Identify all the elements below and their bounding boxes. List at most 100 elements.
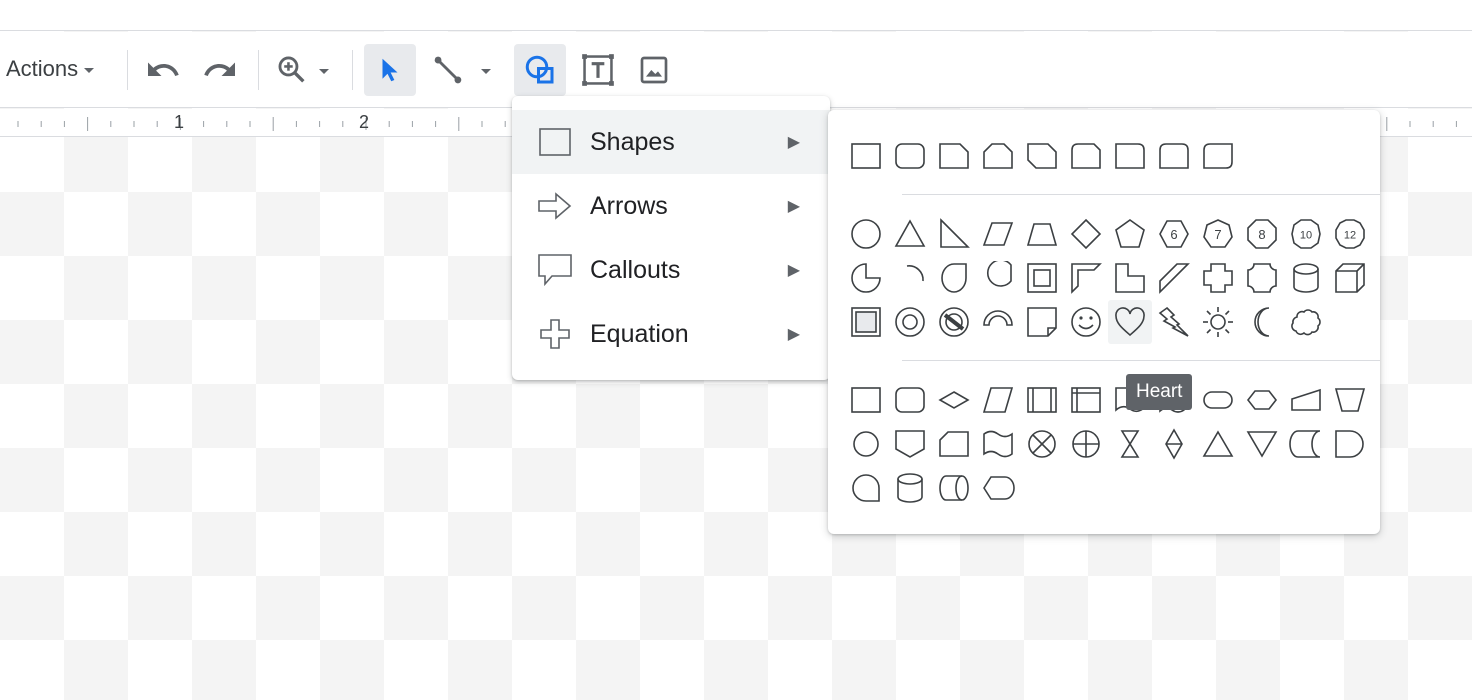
round-diagonal-corner-rectangle-icon[interactable] <box>1196 134 1240 178</box>
menu-item-shapes[interactable]: Shapes ▶ <box>512 110 830 174</box>
rectangle-icon <box>538 125 572 159</box>
submenu-arrow-icon: ▶ <box>787 326 800 343</box>
flowchart-direct-access-storage-icon[interactable] <box>932 466 976 510</box>
flowchart-punched-tape-icon[interactable] <box>976 422 1020 466</box>
select-button[interactable] <box>364 44 416 96</box>
round-single-corner-rectangle-icon[interactable] <box>1108 134 1152 178</box>
undo-icon <box>148 62 179 76</box>
triangle-shape-icon[interactable] <box>888 212 932 256</box>
heptagon-shape-icon[interactable]: 7 <box>1196 212 1240 256</box>
octagon-shape-icon[interactable]: 8 <box>1240 212 1284 256</box>
menu-item-arrows[interactable]: Arrows ▶ <box>512 174 830 238</box>
flowchart-delay-icon[interactable] <box>1328 422 1372 466</box>
shape-button[interactable] <box>514 44 566 96</box>
flowchart-stored-data-icon[interactable] <box>1284 422 1328 466</box>
shapes-row <box>844 378 1372 422</box>
shapes-row <box>844 422 1372 466</box>
arc-shape-icon[interactable] <box>888 256 932 300</box>
frame-shape-icon[interactable] <box>1020 256 1064 300</box>
flowchart-internal-storage-icon[interactable] <box>1064 378 1108 422</box>
svg-text:12: 12 <box>1344 230 1356 242</box>
flowchart-manual-operation-icon[interactable] <box>1328 378 1372 422</box>
smiley-face-icon[interactable] <box>1064 300 1108 344</box>
flowchart-magnetic-disk-icon[interactable] <box>888 466 932 510</box>
dodecagon-shape-icon[interactable]: 12 <box>1328 212 1372 256</box>
line-button[interactable] <box>420 44 502 96</box>
flowchart-or-icon[interactable] <box>1064 422 1108 466</box>
diagonal-stripe-shape-icon[interactable] <box>1152 256 1196 300</box>
menu-item-equation[interactable]: Equation ▶ <box>512 302 830 366</box>
decagon-shape-icon[interactable]: 10 <box>1284 212 1328 256</box>
donut-shape-icon[interactable] <box>888 300 932 344</box>
image-button[interactable] <box>628 44 680 96</box>
flowchart-alternate-process-icon[interactable] <box>888 378 932 422</box>
l-shape-icon[interactable] <box>1108 256 1152 300</box>
pie-shape-icon[interactable] <box>844 256 888 300</box>
rectangle-shape-icon[interactable] <box>844 134 888 178</box>
teardrop-shape-icon[interactable] <box>932 256 976 300</box>
zoom-icon <box>278 56 305 83</box>
plus-icon <box>538 317 572 351</box>
flowchart-predefined-process-icon[interactable] <box>1020 378 1064 422</box>
oval-shape-icon[interactable] <box>844 212 888 256</box>
menu-item-callouts[interactable]: Callouts ▶ <box>512 238 830 302</box>
flowchart-summing-junction-icon[interactable] <box>1020 422 1064 466</box>
shapes-row: 6 7 8 10 12 <box>844 212 1372 256</box>
parallelogram-shape-icon[interactable] <box>976 212 1020 256</box>
flowchart-sort-icon[interactable] <box>1152 422 1196 466</box>
hexagon-shape-icon[interactable]: 6 <box>1152 212 1196 256</box>
heart-shape-icon[interactable] <box>1108 300 1152 344</box>
flowchart-process-icon[interactable] <box>844 378 888 422</box>
flowchart-decision-icon[interactable] <box>932 378 976 422</box>
flowchart-collate-icon[interactable] <box>1108 422 1152 466</box>
right-triangle-shape-icon[interactable] <box>932 212 976 256</box>
actions-menu-button[interactable]: Actions <box>6 56 95 82</box>
snip-diagonal-corner-rectangle-icon[interactable] <box>1020 134 1064 178</box>
text-box-button[interactable] <box>572 44 624 96</box>
flowchart-data-icon[interactable] <box>976 378 1020 422</box>
moon-shape-icon[interactable] <box>1240 300 1284 344</box>
undo-button[interactable] <box>137 44 189 96</box>
redo-icon <box>204 62 235 76</box>
snip-same-side-corner-rectangle-icon[interactable] <box>976 134 1020 178</box>
plaque-shape-icon[interactable] <box>1240 256 1284 300</box>
rounded-rectangle-shape-icon[interactable] <box>888 134 932 178</box>
cube-shape-icon[interactable] <box>1328 256 1372 300</box>
shape-menu: Shapes ▶ Arrows ▶ Callouts ▶ Equation ▶ <box>512 96 830 380</box>
cross-shape-icon[interactable] <box>1196 256 1240 300</box>
round-same-side-corner-rectangle-icon[interactable] <box>1152 134 1196 178</box>
flowchart-extract-icon[interactable] <box>1196 422 1240 466</box>
flowchart-offpage-connector-icon[interactable] <box>888 422 932 466</box>
flowchart-sequential-access-storage-icon[interactable] <box>844 466 888 510</box>
sun-shape-icon[interactable] <box>1196 300 1240 344</box>
redo-button[interactable] <box>194 44 246 96</box>
snip-single-corner-rectangle-icon[interactable] <box>932 134 976 178</box>
lightning-bolt-icon[interactable] <box>1152 300 1196 344</box>
cloud-shape-icon[interactable] <box>1284 300 1328 344</box>
flowchart-manual-input-icon[interactable] <box>1284 378 1328 422</box>
flowchart-connector-icon[interactable] <box>844 422 888 466</box>
no-symbol-shape-icon[interactable] <box>932 300 976 344</box>
snip-round-rectangle-icon[interactable] <box>1064 134 1108 178</box>
diamond-shape-icon[interactable] <box>1064 212 1108 256</box>
pentagon-shape-icon[interactable] <box>1108 212 1152 256</box>
flowchart-display-icon[interactable] <box>976 466 1020 510</box>
flowchart-merge-icon[interactable] <box>1240 422 1284 466</box>
flowchart-preparation-icon[interactable] <box>1240 378 1284 422</box>
submenu-arrow-icon: ▶ <box>787 198 800 215</box>
bevel-shape-icon[interactable] <box>844 300 888 344</box>
submenu-arrow-icon: ▶ <box>787 134 800 151</box>
chord-shape-icon[interactable] <box>976 256 1020 300</box>
flowchart-card-icon[interactable] <box>932 422 976 466</box>
half-frame-shape-icon[interactable] <box>1064 256 1108 300</box>
flowchart-terminator-icon[interactable] <box>1196 378 1240 422</box>
menu-item-label: Callouts <box>590 255 681 284</box>
trapezoid-shape-icon[interactable] <box>1020 212 1064 256</box>
toolbar-divider <box>258 50 259 90</box>
toolbar-divider <box>127 50 128 90</box>
can-shape-icon[interactable] <box>1284 256 1328 300</box>
shapes-row <box>844 300 1328 344</box>
block-arc-shape-icon[interactable] <box>976 300 1020 344</box>
folded-corner-shape-icon[interactable] <box>1020 300 1064 344</box>
zoom-button[interactable] <box>266 44 338 96</box>
